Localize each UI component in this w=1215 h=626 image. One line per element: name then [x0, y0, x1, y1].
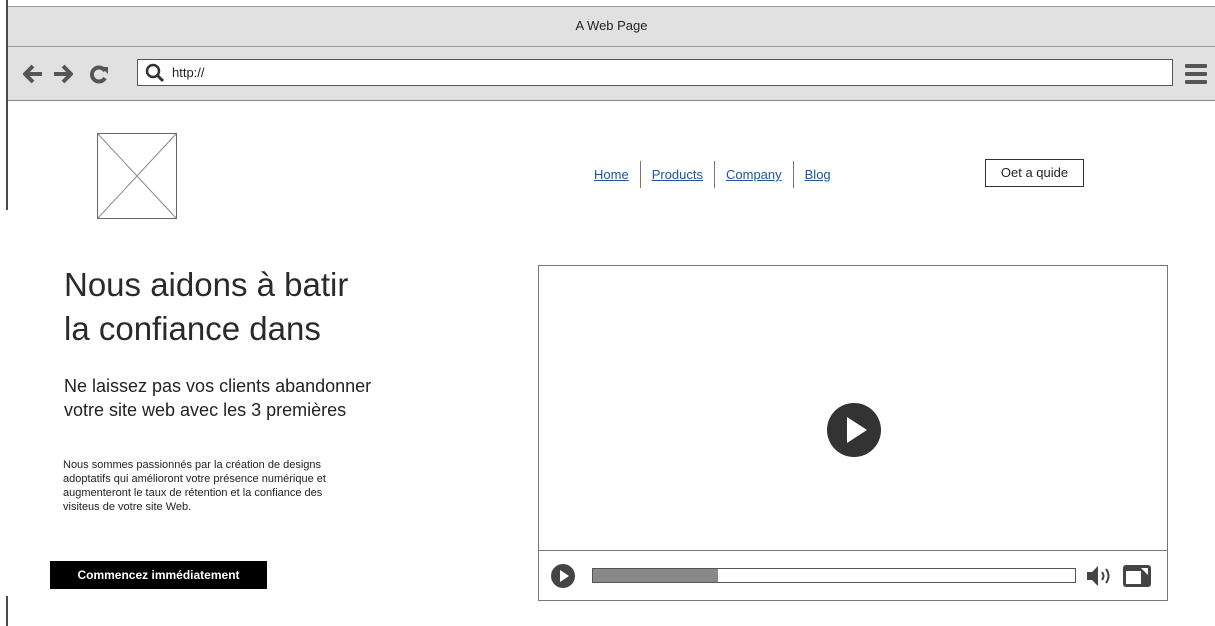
video-player [538, 265, 1168, 601]
window-title: A Web Page [575, 18, 648, 33]
hero-title-line: la confiance dans [64, 310, 321, 347]
video-progress-fill [593, 569, 719, 582]
hero-body-line: Nous sommes passionnés par la création d… [63, 459, 322, 471]
hero-subtitle: Ne laissez pas vos clients abandonner vo… [64, 374, 444, 422]
nav-link-blog[interactable]: Blog [794, 161, 842, 188]
window-titlebar: A Web Page [8, 6, 1215, 47]
back-arrow-icon[interactable] [22, 63, 44, 85]
volume-icon[interactable] [1084, 563, 1114, 589]
play-icon[interactable] [826, 402, 882, 458]
window-edge-lower [6, 596, 8, 626]
hero-title-line: Nous aidons à batir [64, 266, 349, 303]
hero-body-line: adoptatifs qui amélioront votre présence… [63, 473, 326, 485]
get-guide-button[interactable]: Oet a quide [985, 159, 1084, 187]
logo-placeholder [97, 133, 177, 219]
hero-subtitle-line: Ne laissez pas vos clients abandonner [64, 376, 372, 396]
site-nav: Home Products Company Blog [583, 161, 842, 188]
forward-arrow-icon[interactable] [52, 63, 74, 85]
nav-link-company[interactable]: Company [715, 161, 793, 188]
hero-subtitle-line: votre site web avec les 3 premières [64, 400, 347, 420]
nav-link-home[interactable]: Home [583, 161, 640, 188]
video-controls [539, 550, 1167, 600]
hamburger-menu-icon[interactable] [1185, 64, 1207, 84]
hero-body-line: visiteus de votre site Web. [63, 501, 192, 513]
browser-toolbar: http:// [8, 47, 1215, 101]
hero-body-line: augmenteront le taux de rétention et la … [63, 487, 323, 499]
address-bar[interactable]: http:// [137, 59, 1173, 86]
cta-button[interactable]: Commencez immédiatement [50, 561, 267, 589]
search-icon [145, 63, 165, 83]
fullscreen-icon[interactable] [1122, 563, 1152, 589]
hero-title: Nous aidons à batir la confiance dans [64, 263, 484, 351]
nav-link-products[interactable]: Products [641, 161, 714, 188]
reload-icon[interactable] [88, 63, 110, 85]
play-icon[interactable] [550, 563, 576, 589]
hero-body-text: Nous sommes passionnés par la création d… [63, 458, 433, 514]
url-text: http:// [172, 65, 205, 80]
video-progress-bar[interactable] [592, 568, 1076, 583]
